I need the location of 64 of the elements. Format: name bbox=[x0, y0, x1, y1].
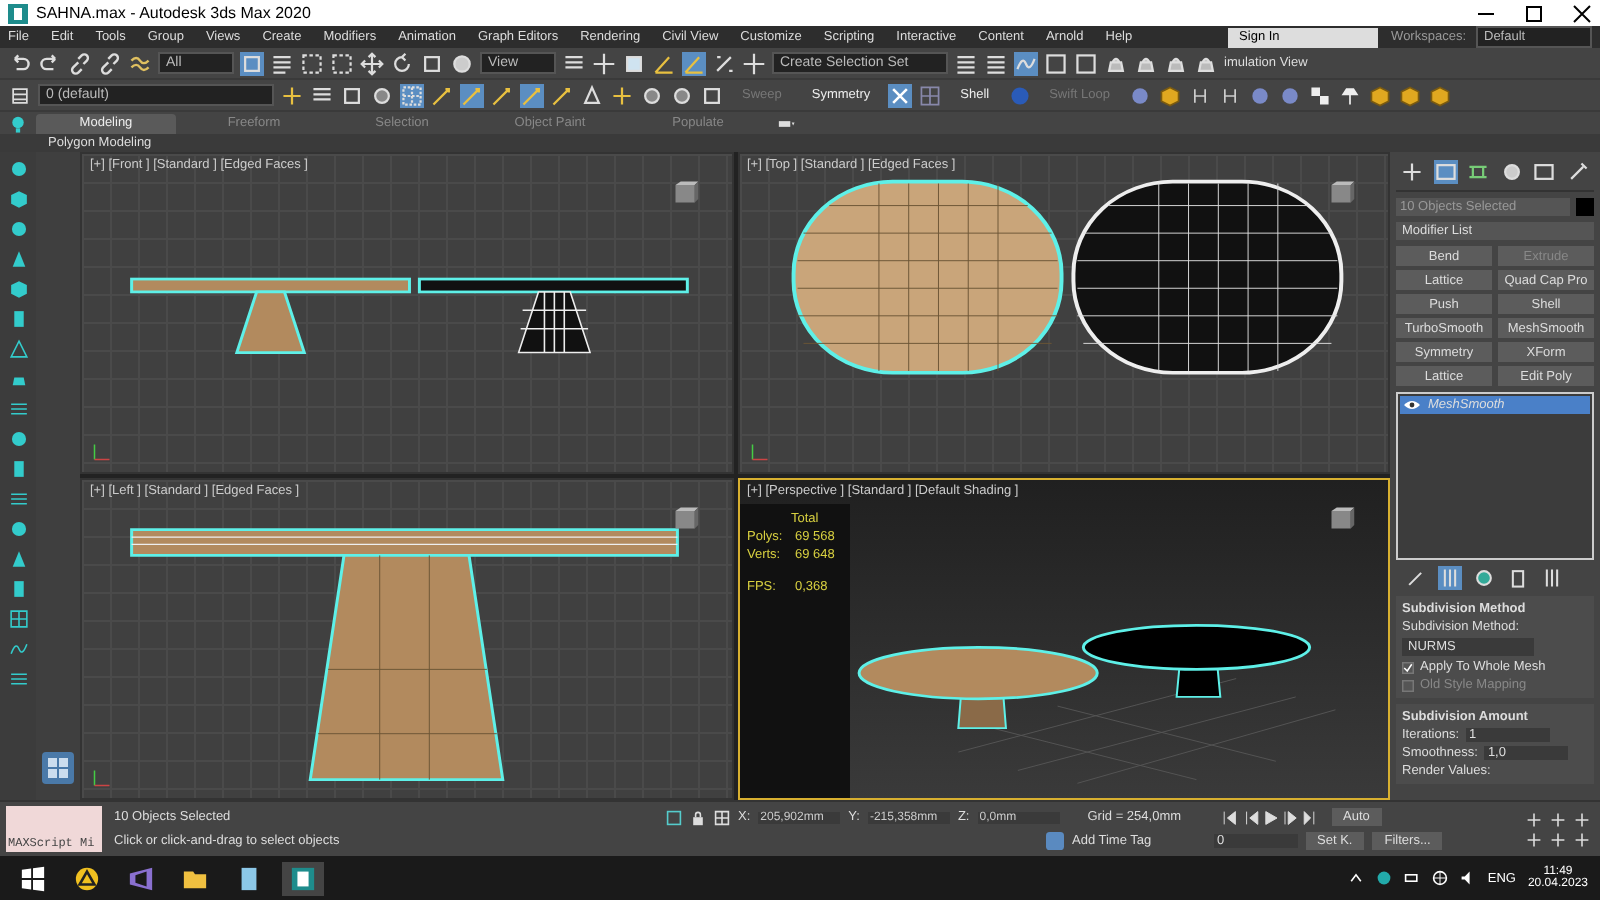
redo-icon[interactable] bbox=[38, 51, 62, 75]
view-cube-icon[interactable] bbox=[1328, 178, 1356, 206]
view-cube-icon[interactable] bbox=[671, 178, 699, 206]
list-icon[interactable] bbox=[984, 51, 1008, 75]
circle-icon[interactable] bbox=[1499, 160, 1524, 184]
layer-stack-icon[interactable] bbox=[8, 83, 32, 107]
unlink-icon[interactable] bbox=[98, 51, 122, 75]
link-icon[interactable] bbox=[68, 51, 92, 75]
stack-icon[interactable] bbox=[1438, 566, 1462, 590]
3ds-max-icon[interactable] bbox=[282, 861, 324, 895]
eye-icon[interactable] bbox=[1404, 400, 1420, 410]
close-icon[interactable] bbox=[1572, 3, 1592, 23]
display-icon[interactable] bbox=[1532, 160, 1557, 184]
sphere-icon[interactable] bbox=[450, 51, 474, 75]
undo-icon[interactable] bbox=[8, 51, 32, 75]
bulb-icon[interactable] bbox=[8, 113, 28, 133]
checkbox[interactable] bbox=[1402, 679, 1414, 691]
globe-icon[interactable] bbox=[1431, 870, 1448, 886]
modify-icon[interactable] bbox=[1433, 160, 1458, 184]
viewport-layout-icon[interactable] bbox=[42, 752, 74, 784]
rotate-icon[interactable] bbox=[390, 51, 414, 75]
wave-icon[interactable] bbox=[128, 51, 152, 75]
battery-icon[interactable] bbox=[1403, 870, 1420, 886]
view-cube-icon[interactable] bbox=[671, 504, 699, 532]
region-select-icon[interactable] bbox=[300, 51, 324, 75]
color-swatch[interactable] bbox=[1576, 198, 1594, 216]
time-tag-icon[interactable] bbox=[1046, 831, 1064, 849]
lamp-icon[interactable] bbox=[1337, 83, 1362, 107]
plus-icon[interactable] bbox=[1400, 160, 1425, 184]
network-app-icon[interactable] bbox=[1375, 870, 1392, 886]
bulb-icon[interactable] bbox=[7, 158, 29, 180]
maximize-icon[interactable] bbox=[1524, 3, 1544, 23]
grid-snap-icon[interactable] bbox=[400, 83, 424, 107]
view-cube-icon[interactable] bbox=[1328, 504, 1356, 532]
select-list-icon[interactable] bbox=[270, 51, 294, 75]
spheres-icon[interactable] bbox=[1472, 566, 1496, 590]
window-select-icon[interactable] bbox=[330, 51, 354, 75]
pyramid-icon[interactable] bbox=[7, 338, 29, 360]
lock-icon[interactable] bbox=[690, 809, 706, 825]
select-icon[interactable] bbox=[240, 51, 264, 75]
axis-tripod-icon bbox=[747, 440, 771, 464]
window-title: SAHNA.max - Autodesk 3ds Max 2020 bbox=[36, 4, 311, 22]
checker-icon[interactable] bbox=[1307, 83, 1332, 107]
angle-snap-icon[interactable] bbox=[682, 51, 706, 75]
percent-snap-icon[interactable] bbox=[712, 51, 736, 75]
grid-icon[interactable] bbox=[7, 608, 29, 630]
cone-icon[interactable] bbox=[7, 248, 29, 270]
absolute-mode-icon[interactable] bbox=[714, 809, 730, 825]
axis-tripod-icon bbox=[90, 766, 114, 790]
xy-grid-icon[interactable] bbox=[888, 83, 913, 107]
sphere-icon[interactable] bbox=[640, 83, 664, 107]
sphere-icon[interactable] bbox=[7, 218, 29, 240]
axis-tripod-icon bbox=[90, 440, 114, 464]
checkbox[interactable] bbox=[1402, 661, 1414, 673]
isolate-icon[interactable] bbox=[666, 809, 682, 825]
cube-icon[interactable] bbox=[7, 188, 29, 210]
box-icon[interactable] bbox=[7, 278, 29, 300]
chevron-up-icon[interactable] bbox=[1347, 870, 1364, 886]
speaker-icon[interactable] bbox=[1459, 870, 1476, 886]
hierarchy-icon[interactable] bbox=[1466, 160, 1491, 184]
graph-icon[interactable] bbox=[1014, 51, 1038, 75]
cone-icon[interactable] bbox=[580, 83, 604, 107]
spline-icon[interactable] bbox=[7, 638, 29, 660]
sphere-icon[interactable] bbox=[1247, 83, 1272, 107]
